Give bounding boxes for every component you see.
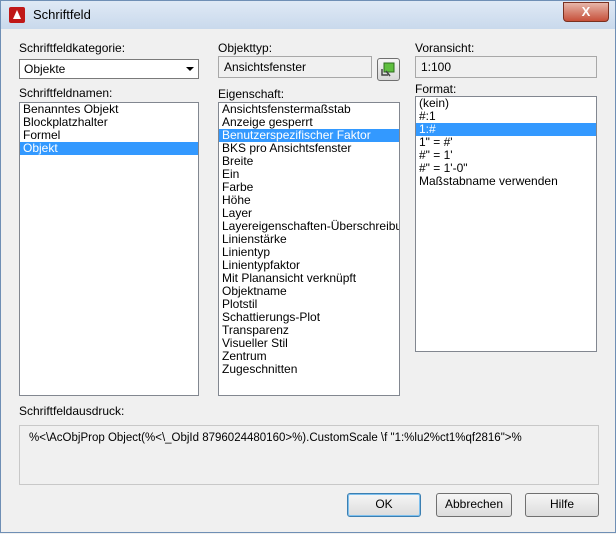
property-list[interactable]: Ansichtsfenstermaßstab Anzeige gesperrt Be… — [218, 102, 400, 396]
expression-label: Schriftfeldausdruck: — [19, 404, 125, 418]
preview-label: Voransicht: — [415, 41, 475, 55]
format-item[interactable]: (kein) — [416, 97, 596, 110]
format-list[interactable]: (kein) #:1 1:# 1" = #' #" = 1' #" = 1'-0" Maßs… — [415, 96, 597, 352]
category-dropdown[interactable]: Objekte — [19, 59, 199, 79]
chevron-down-icon — [186, 67, 194, 71]
property-item[interactable]: Zugeschnitten — [219, 363, 399, 376]
property-label: Eigenschaft: — [218, 87, 285, 101]
autocad-logo-icon — [9, 7, 25, 23]
property-item[interactable]: Breite — [219, 155, 399, 168]
objtype-value: Ansichtsfenster — [224, 60, 307, 74]
preview-field: 1:100 — [415, 56, 597, 78]
format-item[interactable]: Maßstabname verwenden — [416, 175, 596, 188]
select-object-icon — [381, 62, 395, 77]
title-bar: Schriftfeld X — [0, 0, 616, 29]
dialog-body: Schriftfeldkategorie: Objekte Schriftfel… — [0, 29, 616, 533]
select-object-button[interactable] — [377, 58, 400, 81]
objtype-label: Objekttyp: — [218, 41, 273, 55]
category-label: Schriftfeldkategorie: — [19, 41, 126, 55]
field-name-item[interactable]: Objekt — [20, 142, 198, 155]
expression-value: %<\AcObjProp Object(%<\_ObjId 8796024480… — [29, 432, 522, 444]
format-label: Format: — [415, 82, 457, 96]
preview-value: 1:100 — [421, 60, 452, 74]
close-button[interactable]: X — [563, 2, 609, 22]
field-names-list[interactable]: Benanntes Objekt Blockplatzhalter Formel Ob… — [19, 102, 199, 396]
ok-button[interactable]: OK — [347, 493, 421, 517]
expression-box[interactable]: %<\AcObjProp Object(%<\_ObjId 8796024480… — [19, 425, 599, 485]
help-button[interactable]: Hilfe — [525, 493, 599, 517]
objtype-field: Ansichtsfenster — [218, 56, 372, 78]
format-item[interactable]: #:1 — [416, 110, 596, 123]
window-title: Schriftfeld — [33, 7, 91, 22]
category-value: Objekte — [24, 62, 66, 76]
names-label: Schriftfeldnamen: — [19, 86, 113, 100]
cancel-button[interactable]: Abbrechen — [436, 493, 512, 517]
